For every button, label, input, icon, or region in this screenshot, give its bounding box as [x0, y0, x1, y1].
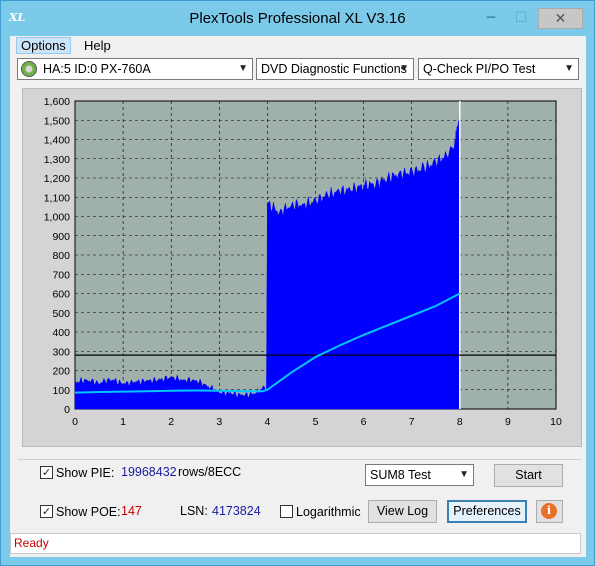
y-tick-label: 800	[52, 250, 70, 262]
menu-help[interactable]: Help	[80, 38, 115, 53]
y-tick-label: 1,600	[44, 96, 70, 108]
x-tick-label: 1	[120, 416, 126, 428]
chevron-down-icon: ▼	[399, 63, 409, 74]
x-tick-label: 8	[457, 416, 463, 428]
pie-unit: rows/8ECC	[178, 465, 242, 479]
y-tick-label: 700	[52, 269, 70, 281]
test-select-value: Q-Check PI/PO Test	[423, 62, 536, 76]
function-select-value: DVD Diagnostic Functions	[261, 62, 407, 76]
divider	[18, 459, 581, 460]
title-bar: XL PlexTools Professional XL V3.16 ─ ☐ ✕	[1, 1, 594, 36]
y-tick-label: 0	[64, 404, 70, 416]
y-tick-label: 500	[52, 308, 70, 320]
info-icon: i	[541, 503, 557, 519]
drive-select-value: HA:5 ID:0 PX-760A	[43, 62, 151, 76]
drive-select[interactable]: HA:5 ID:0 PX-760A ▼	[17, 58, 253, 80]
status-text: Ready	[14, 536, 49, 550]
x-tick-label: 3	[216, 416, 222, 428]
menu-options[interactable]: Options	[16, 37, 71, 54]
main-panel: Options Help HA:5 ID:0 PX-760A ▼ DVD Dia…	[10, 36, 586, 557]
chevron-down-icon: ▼	[564, 63, 574, 74]
start-button[interactable]: Start	[494, 464, 563, 487]
y-tick-label: 1,300	[44, 154, 70, 166]
x-tick-label: 5	[313, 416, 319, 428]
x-tick-label: 7	[409, 416, 415, 428]
preferences-button[interactable]: Preferences	[447, 500, 527, 523]
y-tick-label: 1,000	[44, 212, 70, 224]
lsn-value: 4173824	[212, 504, 261, 518]
function-select[interactable]: DVD Diagnostic Functions ▼	[256, 58, 414, 80]
x-tick-label: 4	[264, 416, 270, 428]
y-tick-label: 100	[52, 385, 70, 397]
view-log-button[interactable]: View Log	[368, 500, 437, 523]
y-tick-label: 200	[52, 366, 70, 378]
chart-panel: 0 100 200 300 400 500 600 700 800 900 1,000 1,100 1,…	[22, 88, 582, 447]
pi-po-chart: 01002003004005006007008009001,0001,1001,…	[44, 96, 562, 428]
x-tick-label: 0	[72, 416, 78, 428]
chevron-down-icon: ▼	[238, 63, 248, 74]
minimize-button[interactable]: ─	[479, 8, 503, 29]
lsn-label: LSN:	[180, 504, 208, 518]
chevron-down-icon: ▼	[459, 469, 469, 480]
y-tick-label: 300	[52, 346, 70, 358]
y-tick-label: 600	[52, 289, 70, 301]
y-tick-label: 900	[52, 231, 70, 243]
pie-value: 19968432	[121, 465, 177, 479]
show-poe-checkbox[interactable]: ✓	[40, 505, 53, 518]
show-pie-label: Show PIE:	[56, 466, 115, 480]
sum-test-select-value: SUM8 Test	[370, 468, 431, 482]
poe-value: 147	[121, 504, 142, 518]
disc-drive-icon	[21, 61, 37, 77]
y-tick-label: 400	[52, 327, 70, 339]
menu-bar: Options Help	[10, 36, 586, 55]
x-tick-label: 6	[361, 416, 367, 428]
maximize-button[interactable]: ☐	[509, 8, 533, 29]
x-tick-label: 2	[168, 416, 174, 428]
close-button[interactable]: ✕	[538, 8, 583, 29]
show-poe-label: Show POE:	[56, 505, 121, 519]
y-tick-label: 1,200	[44, 173, 70, 185]
logarithmic-checkbox[interactable]	[280, 505, 293, 518]
test-select[interactable]: Q-Check PI/PO Test ▼	[418, 58, 579, 80]
y-tick-label: 1,400	[44, 135, 70, 147]
x-tick-label: 9	[505, 416, 511, 428]
y-tick-label: 1,500	[44, 115, 70, 127]
status-bar: Ready	[10, 533, 581, 554]
y-tick-label: 1,100	[44, 192, 70, 204]
x-tick-label: 10	[550, 416, 562, 428]
window-title: PlexTools Professional XL V3.16	[189, 10, 406, 27]
info-button[interactable]: i	[536, 500, 563, 523]
sum-test-select[interactable]: SUM8 Test ▼	[365, 464, 474, 486]
logarithmic-label: Logarithmic	[296, 505, 361, 519]
show-pie-checkbox[interactable]: ✓	[40, 466, 53, 479]
app-window: XL PlexTools Professional XL V3.16 ─ ☐ ✕…	[0, 0, 595, 566]
